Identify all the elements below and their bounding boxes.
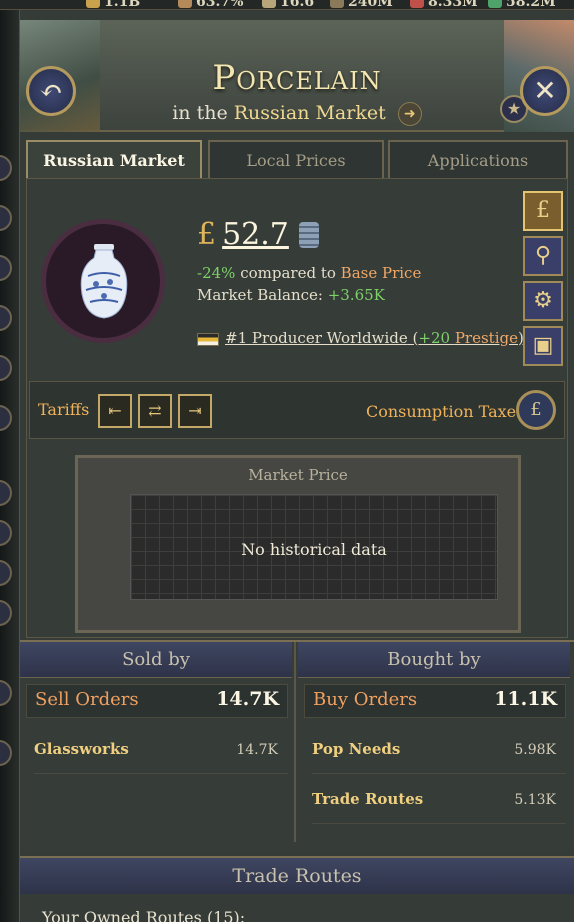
outliner-button[interactable] xyxy=(0,480,12,506)
star-icon: ★ xyxy=(506,99,522,118)
production-button[interactable]: ⚙ xyxy=(523,281,563,321)
resource-bar: 1.1B 63.7% 16.6 240M 8.33M 58.2M xyxy=(0,0,574,10)
literacy-resource[interactable]: 63.7% xyxy=(178,0,243,9)
tariff-bar: Tariffs ⇤ ⇄ ⇥ Consumption Taxes £ xyxy=(29,381,565,439)
price-view-button[interactable]: £ xyxy=(523,191,563,231)
close-icon: ✕ xyxy=(533,74,557,107)
panel-header: ↶ Porcelain in the Russian Market ➜ ★ ✕ xyxy=(20,20,574,132)
chart-title: Market Price xyxy=(248,466,348,484)
list-item[interactable]: Trade Routes 5.13K xyxy=(312,784,566,824)
money-icon xyxy=(488,0,502,8)
goods-panel: ↶ Porcelain in the Russian Market ➜ ★ ✕ … xyxy=(20,10,574,922)
pound-icon: £ xyxy=(536,198,550,223)
coin-stack-icon xyxy=(298,221,319,248)
list-item[interactable]: Pop Needs 5.98K xyxy=(312,734,566,774)
market-link[interactable]: Russian Market xyxy=(234,102,386,124)
outliner-button[interactable] xyxy=(0,155,12,181)
influence-resource[interactable]: 8.33M xyxy=(410,0,478,9)
tab-local-prices[interactable]: Local Prices xyxy=(208,140,384,180)
export-tariff-button[interactable]: ⇥ xyxy=(178,394,212,428)
influence-icon xyxy=(410,0,424,8)
tab-russian-market[interactable]: Russian Market xyxy=(26,140,202,180)
sold-by-column: Sold by Sell Orders 14.7K Glassworks 14.… xyxy=(20,642,292,838)
outliner-button[interactable] xyxy=(0,560,12,586)
outliner-button[interactable] xyxy=(0,205,12,231)
side-button-column: £ ⚲ ⚙ ▣ xyxy=(523,191,565,371)
price-value[interactable]: 52.7 xyxy=(222,217,289,252)
export-arrow-icon: ⇥ xyxy=(188,401,202,420)
sold-by-header: Sold by xyxy=(20,642,292,678)
outliner-button[interactable] xyxy=(0,405,12,431)
literacy-icon xyxy=(178,0,192,8)
current-price[interactable]: £52.7 xyxy=(197,217,319,257)
outliner-button[interactable] xyxy=(0,680,12,706)
population-resource[interactable]: 1.1B xyxy=(86,0,140,9)
bureaucracy-resource[interactable]: 16.6 xyxy=(262,0,314,9)
army-resource[interactable]: 240M xyxy=(330,0,393,9)
left-outliner-strip xyxy=(0,10,20,922)
list-item[interactable]: Glassworks 14.7K xyxy=(34,734,288,774)
gear-icon: ⚙ xyxy=(533,288,553,313)
go-to-market-icon[interactable]: ➜ xyxy=(397,102,422,126)
pound-icon: £ xyxy=(197,217,217,252)
buy-orders-row[interactable]: Buy Orders 11.1K xyxy=(304,684,566,718)
tax-tag-icon: £ xyxy=(530,399,542,420)
goods-button[interactable]: ▣ xyxy=(523,326,563,366)
money-resource[interactable]: 58.2M xyxy=(488,0,556,9)
import-arrow-icon: ⇤ xyxy=(108,401,122,420)
bought-by-column: Bought by Buy Orders 11.1K Pop Needs 5.9… xyxy=(298,642,570,838)
tab-bar: Russian Market Local Prices Applications xyxy=(26,140,568,180)
no-tariff-button[interactable]: ⇄ xyxy=(138,394,172,428)
country-flag-icon xyxy=(197,332,219,346)
outliner-button[interactable] xyxy=(0,740,12,766)
producer-rank[interactable]: #1 Producer Worldwide (+20 Prestige) xyxy=(197,329,524,347)
base-price-link[interactable]: Base Price xyxy=(341,264,422,282)
market-balance: Market Balance: +3.65K xyxy=(197,286,385,304)
price-comparison: -24% compared to Base Price xyxy=(197,264,422,282)
outliner-button[interactable] xyxy=(0,305,12,331)
close-button[interactable]: ✕ xyxy=(520,66,570,116)
outliner-button[interactable] xyxy=(0,520,12,546)
swap-arrow-icon: ⇄ xyxy=(148,401,162,420)
tariffs-label: Tariffs xyxy=(38,400,90,419)
market-content: £52.7 -24% compared to Base Price Market… xyxy=(26,178,568,638)
page-title: Porcelain xyxy=(212,58,382,98)
market-price-chart: Market Price No historical data xyxy=(75,455,521,633)
orders-section: Sold by Sell Orders 14.7K Glassworks 14.… xyxy=(20,640,574,850)
import-tariff-button[interactable]: ⇤ xyxy=(98,394,132,428)
chart-empty-message: No historical data xyxy=(241,540,387,559)
market-subtitle: in the Russian Market ➜ xyxy=(20,102,574,126)
outliner-button[interactable] xyxy=(0,600,12,626)
outliner-button[interactable] xyxy=(0,255,12,281)
bureaucracy-icon xyxy=(262,0,276,8)
tab-applications[interactable]: Applications xyxy=(388,140,568,180)
bought-by-header: Bought by xyxy=(298,642,570,678)
vase-icon xyxy=(80,244,128,319)
army-icon xyxy=(330,0,344,8)
column-divider xyxy=(294,642,296,842)
sell-orders-row[interactable]: Sell Orders 14.7K xyxy=(26,684,288,718)
owned-routes-label: Your Owned Routes (15): xyxy=(42,908,246,922)
trade-routes-header: Trade Routes xyxy=(20,856,574,894)
porcelain-goods-image xyxy=(41,219,165,343)
inspect-button[interactable]: ⚲ xyxy=(523,236,563,276)
outliner-button[interactable] xyxy=(0,355,12,381)
population-icon xyxy=(86,0,100,8)
magnifier-icon: ⚲ xyxy=(534,243,552,268)
consumption-tax-button[interactable]: £ xyxy=(516,390,556,430)
crate-icon: ▣ xyxy=(532,333,554,358)
consumption-taxes-label: Consumption Taxes xyxy=(366,402,525,421)
